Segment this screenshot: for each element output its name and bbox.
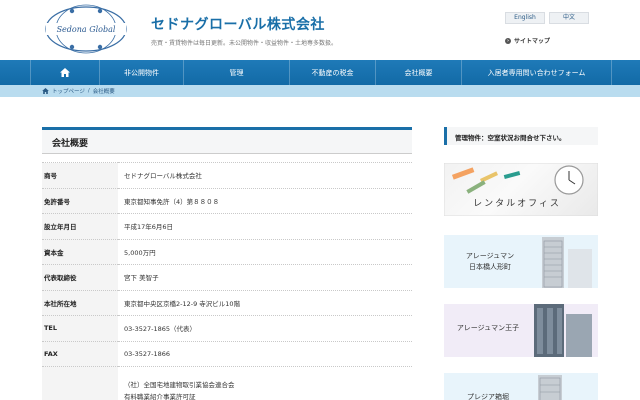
building-illustration: アレージュマン 日本橋人形町 xyxy=(466,237,592,288)
row-value: 03-3527-1866 xyxy=(118,340,412,367)
nav-private-listings[interactable]: 非公開物件 xyxy=(100,60,184,85)
breadcrumb-home[interactable]: トップページ xyxy=(52,87,85,95)
sidebar-heading: 管理物件：空室状況お問合せ下さい。 xyxy=(444,127,598,145)
row-label: 免許番号 xyxy=(42,187,118,214)
table-row: 本社所在地 東京都中央区京橋2-12-9 寺沢ビル10階 xyxy=(42,289,412,316)
sedona-global-logo[interactable]: Sedona Global xyxy=(44,4,128,54)
nav-resident-contact-form[interactable]: 入居者専用問い合わせフォーム xyxy=(462,60,612,85)
table-row: 商号 セドナグローバル株式会社 xyxy=(42,162,412,188)
page-title: 会社概要 xyxy=(42,127,412,154)
svg-text:アレージュマン王子: アレージュマン王子 xyxy=(457,324,519,332)
tagline: 売買・賃貸物件は毎日更新。未公開物件・収益物件・土地専多数扱。 xyxy=(151,40,338,47)
row-label: FAX xyxy=(42,340,118,367)
table-row: （社）全国宅地建物取引業協会連合会 有料職業紹介事業許可証 xyxy=(42,366,412,400)
svg-text:日本橋人形町: 日本橋人形町 xyxy=(469,262,511,271)
banner-rental-office[interactable]: レンタルオフィス xyxy=(444,163,598,216)
row-value: 東京都知事免許（4）第８８０８ xyxy=(118,187,412,214)
chinese-button[interactable]: 中文 xyxy=(549,12,589,24)
breadcrumb: トップページ / 会社概要 xyxy=(0,85,640,97)
row-label xyxy=(42,366,118,400)
row-label: 設立年月日 xyxy=(42,213,118,239)
english-button[interactable]: English xyxy=(505,12,545,24)
arrow-circle-icon: › xyxy=(505,37,511,44)
nav-company-profile[interactable]: 会社概要 xyxy=(376,60,462,85)
row-label: 資本金 xyxy=(42,238,118,265)
row-value: （社）全国宅地建物取引業協会連合会 有料職業紹介事業許可証 xyxy=(118,366,412,400)
home-icon xyxy=(60,68,70,77)
table-row: 資本金 5,000万円 xyxy=(42,238,412,265)
company-name[interactable]: セドナグローバル株式会社 xyxy=(151,14,325,34)
svg-text:プレジア箱堀: プレジア箱堀 xyxy=(467,392,509,400)
table-row: 代表取締役 宮下 美智子 xyxy=(42,264,412,290)
company-info-table: 商号 セドナグローバル株式会社 免許番号 東京都知事免許（4）第８８０８ 設立年… xyxy=(42,162,412,400)
sitemap-link[interactable]: › サイトマップ xyxy=(505,36,550,45)
membership-line: （社）全国宅地建物取引業協会連合会 xyxy=(124,381,235,389)
table-row: FAX 03-3527-1866 xyxy=(42,340,412,367)
row-label: 商号 xyxy=(42,162,118,188)
row-value: 5,000万円 xyxy=(118,238,412,265)
svg-text:Sedona Global: Sedona Global xyxy=(57,25,116,34)
row-value: 宮下 美智子 xyxy=(118,264,412,290)
table-row: 設立年月日 平成17年6月6日 xyxy=(42,213,412,239)
row-label: 代表取締役 xyxy=(42,264,118,290)
home-icon xyxy=(42,88,49,94)
sitemap-label: サイトマップ xyxy=(514,38,551,45)
row-value: 03-3527-1865（代表） xyxy=(118,315,412,341)
banner-allegement-oji[interactable]: アレージュマン王子 xyxy=(444,304,598,357)
row-value: 東京都中央区京橋2-12-9 寺沢ビル10階 xyxy=(118,289,412,316)
banner-presia-hakozaki[interactable]: プレジア箱堀 xyxy=(444,373,598,400)
row-value: セドナグローバル株式会社 xyxy=(118,162,412,188)
nav-real-estate-tax[interactable]: 不動産の税金 xyxy=(290,60,376,85)
main-nav: 非公開物件 管理 不動産の税金 会社概要 入居者専用問い合わせフォーム xyxy=(0,60,640,85)
table-row: TEL 03-3527-1865（代表） xyxy=(42,315,412,341)
breadcrumb-separator: / xyxy=(87,88,90,94)
table-row: 免許番号 東京都知事免許（4）第８８０８ xyxy=(42,187,412,214)
svg-text:レンタルオフィス: レンタルオフィス xyxy=(473,198,561,209)
membership-line: 有料職業紹介事業許可証 xyxy=(124,393,196,400)
site-header: Sedona Global セドナグローバル株式会社 売買・賃貸物件は毎日更新。… xyxy=(0,0,640,60)
row-label: TEL xyxy=(42,315,118,341)
svg-text:アレージュマン: アレージュマン xyxy=(466,252,514,260)
row-value: 平成17年6月6日 xyxy=(118,213,412,239)
breadcrumb-current: 会社概要 xyxy=(92,89,115,95)
nav-home[interactable] xyxy=(30,60,100,85)
rental-office-illustration: レンタルオフィス xyxy=(444,163,598,216)
building-illustration: プレジア箱堀 xyxy=(467,375,562,400)
nav-management[interactable]: 管理 xyxy=(184,60,290,85)
banner-allegement-nihonbashi[interactable]: アレージュマン 日本橋人形町 xyxy=(444,235,598,288)
row-label: 本社所在地 xyxy=(42,289,118,316)
building-illustration: アレージュマン王子 xyxy=(457,304,592,357)
